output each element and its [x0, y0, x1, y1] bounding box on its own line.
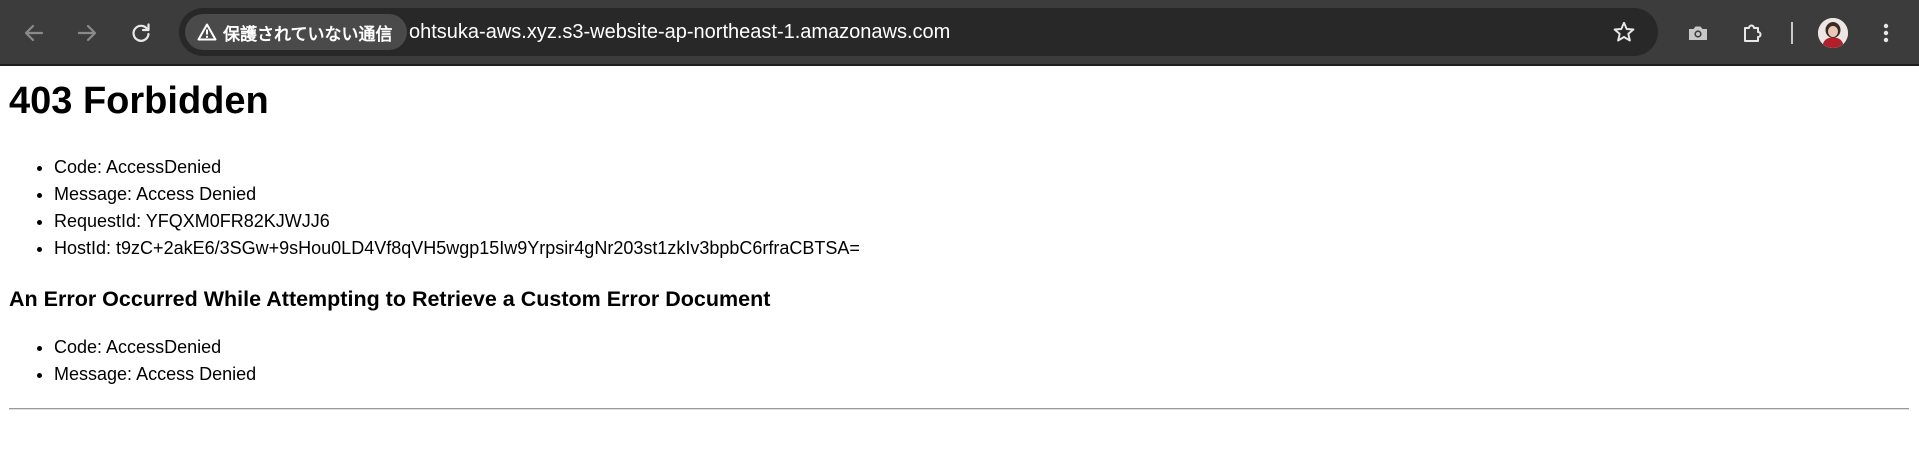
address-bar[interactable]: 保護されていない通信 ohtsuka-aws.xyz.s3-website-ap…	[179, 8, 1658, 56]
detail-value: AccessDenied	[106, 157, 222, 177]
browser-toolbar: 保護されていない通信 ohtsuka-aws.xyz.s3-website-ap…	[0, 0, 1919, 66]
detail-label: Message	[54, 364, 128, 384]
back-button[interactable]	[14, 13, 54, 53]
profile-picture	[1818, 18, 1848, 48]
detail-value: YFQXM0FR82KJWJJ6	[145, 211, 330, 231]
detail-value: t9zC+2akE6/3SGw+9sHou0LD4Vf8qVH5wgp15Iw9…	[116, 238, 860, 258]
forward-button[interactable]	[67, 13, 107, 53]
arrow-left-icon	[24, 24, 44, 42]
security-chip[interactable]: 保護されていない通信	[185, 14, 407, 50]
reload-icon	[132, 23, 150, 42]
detail-label: HostId	[54, 238, 107, 258]
detail-label: Code	[54, 337, 98, 357]
detail-value: Access Denied	[136, 184, 257, 204]
url-text[interactable]: ohtsuka-aws.xyz.s3-website-ap-northeast-…	[409, 8, 950, 56]
list-item-code: Code: AccessDenied	[54, 154, 860, 181]
arrow-right-icon	[77, 24, 97, 42]
camera-icon	[1689, 26, 1707, 40]
list-item-message: Message: Access Denied	[54, 361, 256, 388]
toolbar-divider	[1791, 22, 1793, 44]
error-details-list: Code: AccessDenied Message: Access Denie…	[0, 154, 860, 262]
detail-label: RequestId	[54, 211, 137, 231]
page-title: 403 Forbidden	[9, 80, 269, 122]
detail-label: Code	[54, 157, 98, 177]
puzzle-icon	[1744, 24, 1762, 42]
avatar[interactable]	[1818, 18, 1848, 48]
kebab-menu-icon	[1883, 23, 1889, 43]
error-document-details-list: Code: AccessDenied Message: Access Denie…	[0, 334, 256, 388]
warning-triangle-icon	[197, 23, 217, 41]
star-icon	[1613, 21, 1635, 42]
detail-value: AccessDenied	[106, 337, 222, 357]
list-item-host-id: HostId: t9zC+2akE6/3SGw+9sHou0LD4Vf8qVH5…	[54, 235, 860, 262]
security-chip-label: 保護されていない通信	[223, 24, 393, 44]
error-document-heading: An Error Occurred While Attempting to Re…	[9, 287, 771, 311]
list-item-request-id: RequestId: YFQXM0FR82KJWJJ6	[54, 208, 860, 235]
detail-label: Message	[54, 184, 128, 204]
list-item-message: Message: Access Denied	[54, 181, 860, 208]
detail-value: Access Denied	[136, 364, 257, 384]
list-item-code: Code: AccessDenied	[54, 334, 256, 361]
menu-button[interactable]	[1866, 13, 1906, 53]
horizontal-rule	[9, 408, 1909, 410]
reload-button[interactable]	[121, 13, 161, 53]
camera-button[interactable]	[1678, 13, 1718, 53]
extensions-button[interactable]	[1733, 13, 1773, 53]
bookmark-button[interactable]	[1604, 12, 1644, 52]
